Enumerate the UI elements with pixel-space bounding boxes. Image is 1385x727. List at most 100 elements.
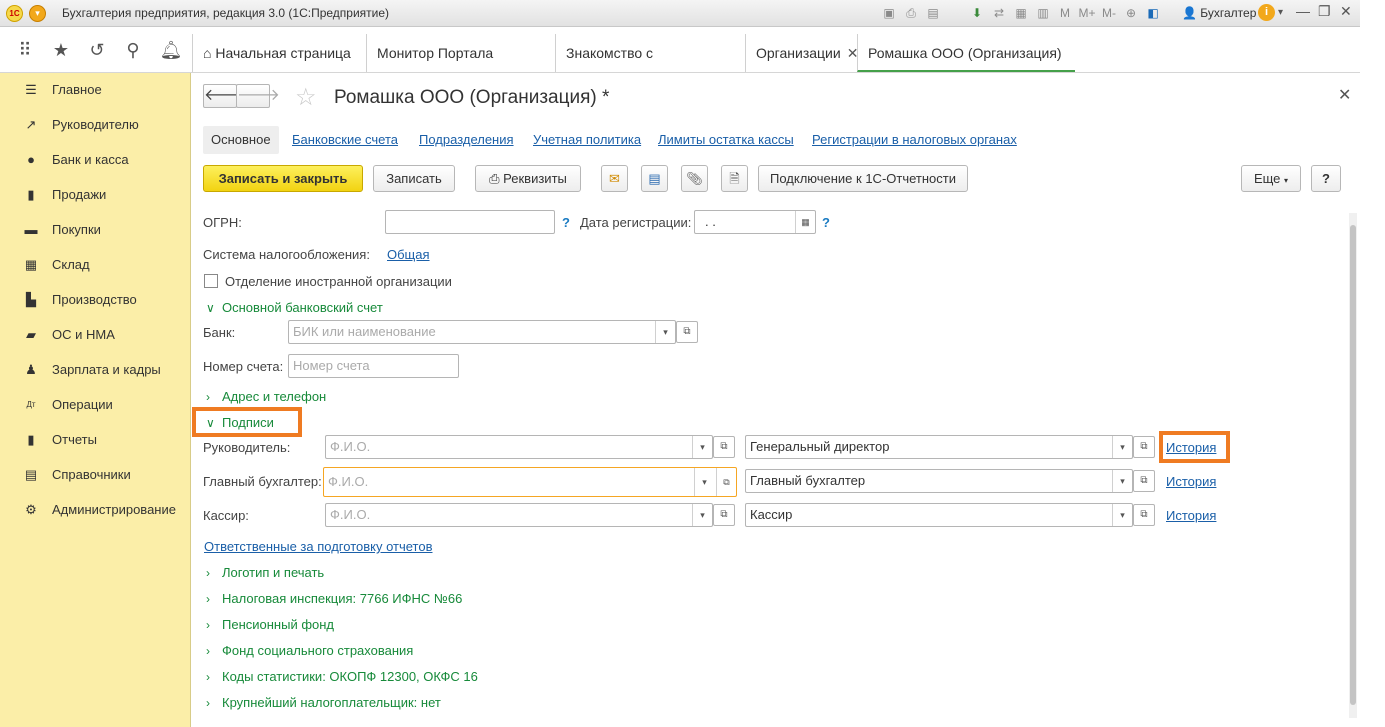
- compare-icon[interactable]: ⇄: [990, 4, 1008, 22]
- cashier-history-link[interactable]: История: [1166, 508, 1216, 523]
- section-bank-accounts[interactable]: Банковские счета: [292, 126, 398, 154]
- maximize-icon[interactable]: ❐: [1318, 3, 1331, 20]
- sidebar-item-purchases[interactable]: ▬ Покупки: [0, 215, 191, 245]
- main-menu-icon[interactable]: ▾: [29, 5, 46, 22]
- help-button[interactable]: ?: [1311, 165, 1341, 192]
- chief-accountant-position-input[interactable]: Главный бухгалтер ▾: [745, 469, 1133, 493]
- dropdown-icon[interactable]: ▾: [692, 436, 712, 458]
- search-icon[interactable]: ⚲: [120, 37, 146, 63]
- cashier-position-open-icon[interactable]: ⧉: [1133, 504, 1155, 526]
- connect-reporting-button[interactable]: Подключение к 1С-Отчетности: [758, 165, 968, 192]
- account-input[interactable]: Номер счета: [288, 354, 459, 378]
- group-tax-inspection[interactable]: › Налоговая инспекция: 7766 ИФНС №66: [206, 591, 462, 606]
- favorites-star-icon[interactable]: ★: [48, 37, 74, 63]
- section-accounting-policy[interactable]: Учетная политика: [533, 126, 641, 154]
- dropdown-icon[interactable]: ▾: [1112, 436, 1132, 458]
- group-largest-taxpayer[interactable]: › Крупнейший налогоплательщик: нет: [206, 695, 441, 710]
- sidebar-item-sales[interactable]: ▮ Продажи: [0, 180, 191, 210]
- section-departments[interactable]: Подразделения: [419, 126, 514, 154]
- reg-date-input[interactable]: . . ▦: [694, 210, 816, 234]
- cashier-fio-input[interactable]: Ф.И.О. ▾: [325, 503, 713, 527]
- favorite-star-icon[interactable]: ☆: [295, 83, 317, 112]
- dropdown-icon[interactable]: ▾: [1112, 470, 1132, 492]
- close-window-icon[interactable]: ✕: [1340, 3, 1352, 20]
- tax-system-link[interactable]: Общая: [387, 247, 430, 262]
- bank-input[interactable]: БИК или наименование ▾: [288, 320, 676, 344]
- sidebar-item-assets[interactable]: ▰ ОС и НМА: [0, 320, 191, 350]
- manager-open-icon[interactable]: ⧉: [713, 436, 735, 458]
- history-icon[interactable]: ↺: [84, 37, 110, 63]
- zoom-icon[interactable]: ⊕: [1122, 4, 1140, 22]
- sidebar-item-manager[interactable]: ↗ Руководителю: [0, 110, 191, 140]
- sidebar-item-production[interactable]: ▙ Производство: [0, 285, 191, 315]
- save-icon[interactable]: ▣: [880, 4, 898, 22]
- cashier-position-input[interactable]: Кассир ▾: [745, 503, 1133, 527]
- group-social-fund[interactable]: › Фонд социального страхования: [206, 643, 413, 658]
- memory-plus-icon[interactable]: M+: [1078, 4, 1096, 22]
- tab-intro[interactable]: Знакомство с программой✕: [555, 34, 745, 99]
- cashier-open-icon[interactable]: ⧉: [713, 504, 735, 526]
- manager-position-input[interactable]: Генеральный директор ▾: [745, 435, 1133, 459]
- ogrn-input[interactable]: [385, 210, 555, 234]
- ogrn-help-icon[interactable]: ?: [562, 215, 570, 230]
- tab-its-portal[interactable]: Монитор Портала 1С:ИТС✕: [366, 34, 555, 99]
- attachment-icon[interactable]: 📎︎: [681, 165, 708, 192]
- back-button[interactable]: 🡐: [203, 84, 247, 108]
- print-icon[interactable]: ⎙: [902, 4, 920, 22]
- dropdown-icon[interactable]: ▾: [655, 321, 675, 343]
- dropdown-icon[interactable]: ▾: [1112, 504, 1132, 526]
- manager-position-open-icon[interactable]: ⧉: [1133, 436, 1155, 458]
- chief-accountant-fio-input[interactable]: Ф.И.О. ▾ ⧉: [323, 467, 737, 497]
- panel-icon[interactable]: ◧: [1144, 4, 1162, 22]
- more-button[interactable]: Еще ▾: [1241, 165, 1301, 192]
- section-main[interactable]: Основное: [203, 126, 279, 154]
- manager-fio-input[interactable]: Ф.И.О. ▾: [325, 435, 713, 459]
- user-name[interactable]: 👤 Бухгалтер: [1182, 6, 1256, 20]
- bank-open-icon[interactable]: ⧉: [676, 321, 698, 343]
- sidebar-item-bank[interactable]: ● Банк и касса: [0, 145, 191, 175]
- mail-icon[interactable]: ✉: [601, 165, 628, 192]
- close-form-icon[interactable]: ✕: [1338, 85, 1351, 105]
- group-main-bank-account[interactable]: ∨ Основной банковский счет: [206, 300, 383, 315]
- minimize-icon[interactable]: —: [1296, 3, 1310, 19]
- dropdown-icon[interactable]: ▾: [694, 468, 714, 496]
- apps-grid-icon[interactable]: ⠿: [12, 37, 38, 63]
- save-and-close-button[interactable]: Записать и закрыть: [203, 165, 363, 192]
- bell-icon[interactable]: 🔔︎: [158, 37, 184, 63]
- download-icon[interactable]: ⬇: [968, 4, 986, 22]
- group-statistics-codes[interactable]: › Коды статистики: ОКОПФ 12300, ОКФС 16: [206, 669, 478, 684]
- forward-button[interactable]: 🡒: [236, 84, 280, 108]
- foreign-org-checkbox[interactable]: [204, 274, 218, 288]
- info-icon[interactable]: i: [1258, 4, 1275, 21]
- calendar-icon[interactable]: ▦: [795, 211, 815, 233]
- preview-icon[interactable]: ▤: [924, 4, 942, 22]
- document-list-icon[interactable]: ▤: [641, 165, 668, 192]
- memory-minus-icon[interactable]: M-: [1100, 4, 1118, 22]
- sidebar-item-admin[interactable]: ⚙ Администрирование: [0, 495, 191, 525]
- sidebar-item-reports[interactable]: ▮ Отчеты: [0, 425, 191, 455]
- sidebar-item-references[interactable]: ▤ Справочники: [0, 460, 191, 490]
- sidebar-item-operations[interactable]: Дт Операции: [0, 390, 191, 420]
- section-tax-registrations[interactable]: Регистрации в налоговых органах: [812, 126, 1017, 154]
- section-cash-limits[interactable]: Лимиты остатка кассы: [658, 126, 794, 154]
- dropdown-icon[interactable]: ▾: [692, 504, 712, 526]
- sidebar-item-salary[interactable]: ♟ Зарплата и кадры: [0, 355, 191, 385]
- tab-organizations[interactable]: Организации ✕: [745, 34, 858, 72]
- calendar-icon[interactable]: ▥: [1034, 4, 1052, 22]
- tab-romashka[interactable]: Ромашка ООО (Организация) *✕: [857, 34, 1075, 99]
- scrollbar-thumb[interactable]: [1350, 225, 1356, 705]
- requisites-button[interactable]: ⎙ Реквизиты: [475, 165, 581, 192]
- group-address-phone[interactable]: › Адрес и телефон: [206, 389, 326, 404]
- chief-accountant-open-icon[interactable]: ⧉: [716, 468, 736, 496]
- tab-home[interactable]: ⌂ Начальная страница: [192, 34, 366, 72]
- calculator-icon[interactable]: ▦: [1012, 4, 1030, 22]
- report-doc-icon[interactable]: 🗎: [721, 165, 748, 192]
- chief-accountant-position-open-icon[interactable]: ⧉: [1133, 470, 1155, 492]
- sidebar-item-warehouse[interactable]: ▦ Склад: [0, 250, 191, 280]
- group-pension-fund[interactable]: › Пенсионный фонд: [206, 617, 334, 632]
- group-logo-stamp[interactable]: › Логотип и печать: [206, 565, 324, 580]
- sidebar-item-main[interactable]: ☰ Главное: [0, 75, 191, 105]
- memory-m-icon[interactable]: M: [1056, 4, 1074, 22]
- vertical-scrollbar[interactable]: [1349, 213, 1357, 718]
- chief-accountant-history-link[interactable]: История: [1166, 474, 1216, 489]
